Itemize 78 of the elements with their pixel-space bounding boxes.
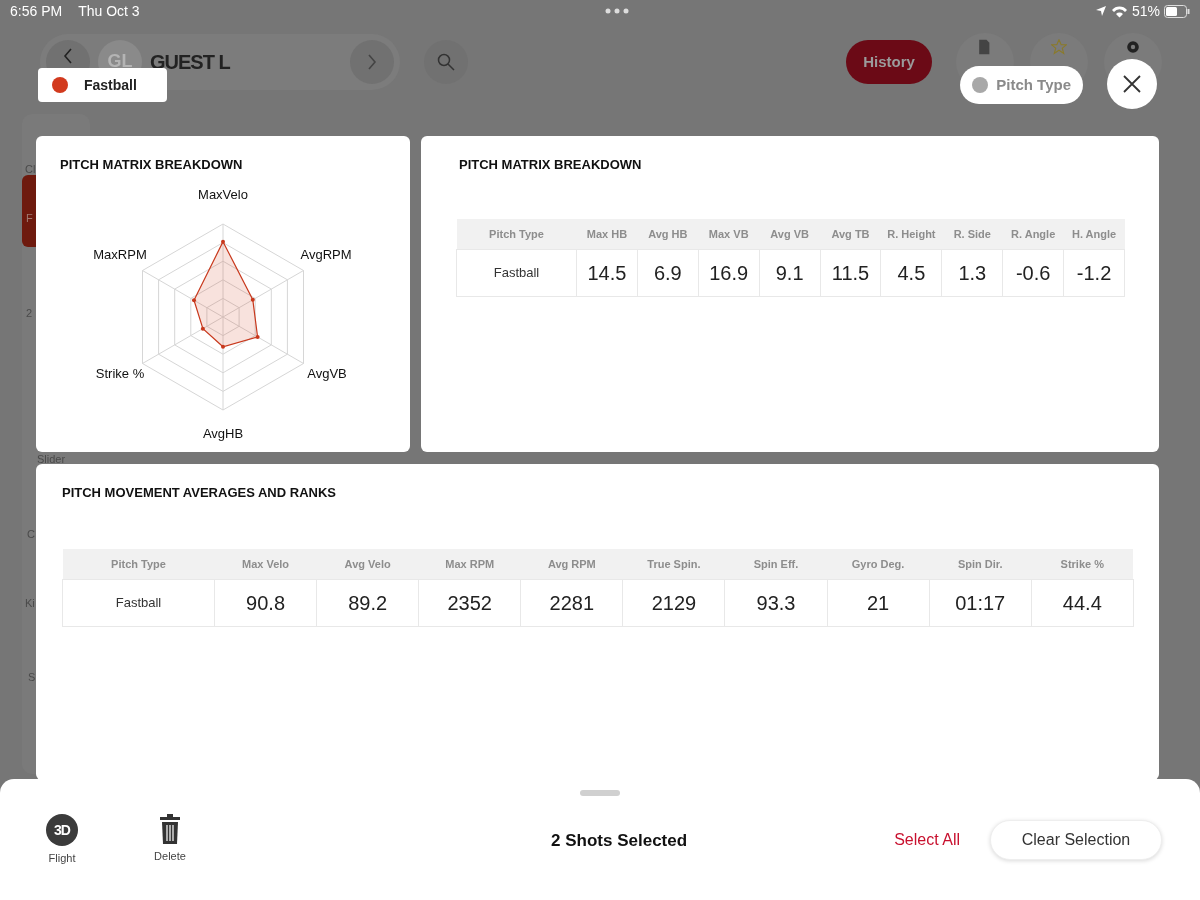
search-button[interactable] <box>424 40 468 84</box>
column-header: R. Angle <box>1002 219 1064 249</box>
table-cell: 14.5 <box>576 249 638 296</box>
column-header: Spin Dir. <box>929 549 1032 579</box>
location-icon <box>1094 5 1107 17</box>
axis-label: Strike % <box>95 366 145 381</box>
gear-icon[interactable] <box>1125 39 1141 55</box>
table-cell: 9.1 <box>759 249 821 296</box>
chevron-right-icon <box>367 54 377 70</box>
table-cell: 4.5 <box>880 249 942 296</box>
table-cell: 90.8 <box>214 579 317 626</box>
column-header: Pitch Type <box>456 219 577 249</box>
column-header: Avg Velo <box>316 549 419 579</box>
table-cell: 93.3 <box>724 579 828 626</box>
column-header: Avg VB <box>759 219 821 249</box>
table-cell: 2281 <box>520 579 623 626</box>
axis-label: MaxVelo <box>198 187 248 202</box>
column-header: Pitch Type <box>62 549 215 579</box>
column-header: R. Side <box>941 219 1003 249</box>
column-header: Max Velo <box>214 549 317 579</box>
multitask-dots-icon <box>605 8 630 14</box>
axis-label: AvgRPM <box>300 247 352 262</box>
clear-selection-button[interactable]: Clear Selection <box>990 820 1162 861</box>
star-icon[interactable] <box>1051 39 1067 55</box>
table-cell: 6.9 <box>637 249 699 296</box>
battery-percent: 51% <box>1131 1 1160 21</box>
3d-icon: 3D <box>46 814 78 846</box>
column-header: Max HB <box>576 219 638 249</box>
search-icon <box>437 53 455 71</box>
table-cell: 1.3 <box>941 249 1003 296</box>
status-date: Thu Oct 3 <box>78 1 140 21</box>
status-time: 6:56 PM <box>10 1 63 21</box>
table-cell: 16.9 <box>698 249 760 296</box>
table-cell: 21 <box>827 579 930 626</box>
card-title: PITCH MOVEMENT AVERAGES AND RANKS <box>62 485 336 500</box>
table-cell: 2352 <box>418 579 521 626</box>
action-button[interactable]: 3D Flight <box>32 814 92 867</box>
back-icon <box>63 48 73 64</box>
table-cell: -0.6 <box>1002 249 1064 296</box>
card-title: PITCH MATRIX BREAKDOWN <box>459 157 642 172</box>
table-cell: Fastball <box>62 579 215 626</box>
table-cell: 89.2 <box>316 579 419 626</box>
axis-label: AvgVB <box>307 366 347 381</box>
next-button[interactable] <box>350 40 394 84</box>
column-header: Strike % <box>1031 549 1134 579</box>
history-button[interactable]: History <box>846 40 932 84</box>
action-button[interactable]: Delete <box>140 814 200 867</box>
column-header: Gyro Deg. <box>827 549 930 579</box>
battery-icon <box>1164 4 1190 18</box>
close-icon <box>1123 75 1141 93</box>
table-cell: 2129 <box>622 579 725 626</box>
column-header: Spin Eff. <box>724 549 828 579</box>
filter-chip[interactable]: Fastball <box>38 68 167 102</box>
close-button[interactable] <box>1107 59 1157 109</box>
axis-label: MaxRPM <box>93 247 147 262</box>
wifi-icon <box>1110 4 1128 18</box>
column-header: Max RPM <box>418 549 521 579</box>
table-cell: Fastball <box>456 249 577 296</box>
column-header: Avg TB <box>820 219 881 249</box>
axis-label: AvgHB <box>202 426 244 441</box>
card-title: PITCH MATRIX BREAKDOWN <box>60 157 243 172</box>
column-header: True Spin. <box>622 549 725 579</box>
table-cell: 11.5 <box>820 249 881 296</box>
column-header: Avg RPM <box>520 549 623 579</box>
sidebar-item[interactable]: F <box>22 175 36 247</box>
selection-count: 2 Shots Selected <box>551 829 688 852</box>
pitch-type-chip[interactable]: Pitch Type <box>960 66 1083 104</box>
column-header: R. Height <box>880 219 942 249</box>
column-header: Max VB <box>698 219 760 249</box>
table-cell: 44.4 <box>1031 579 1134 626</box>
select-all-link[interactable]: Select All <box>888 827 966 854</box>
table-cell: 01:17 <box>929 579 1032 626</box>
table-cell: -1.2 <box>1063 249 1125 296</box>
trash-icon <box>159 814 181 844</box>
chip-label: Pitch Type <box>996 74 1071 95</box>
column-header: Avg HB <box>637 219 699 249</box>
drag-handle[interactable] <box>580 790 620 796</box>
column-header: H. Angle <box>1063 219 1125 249</box>
